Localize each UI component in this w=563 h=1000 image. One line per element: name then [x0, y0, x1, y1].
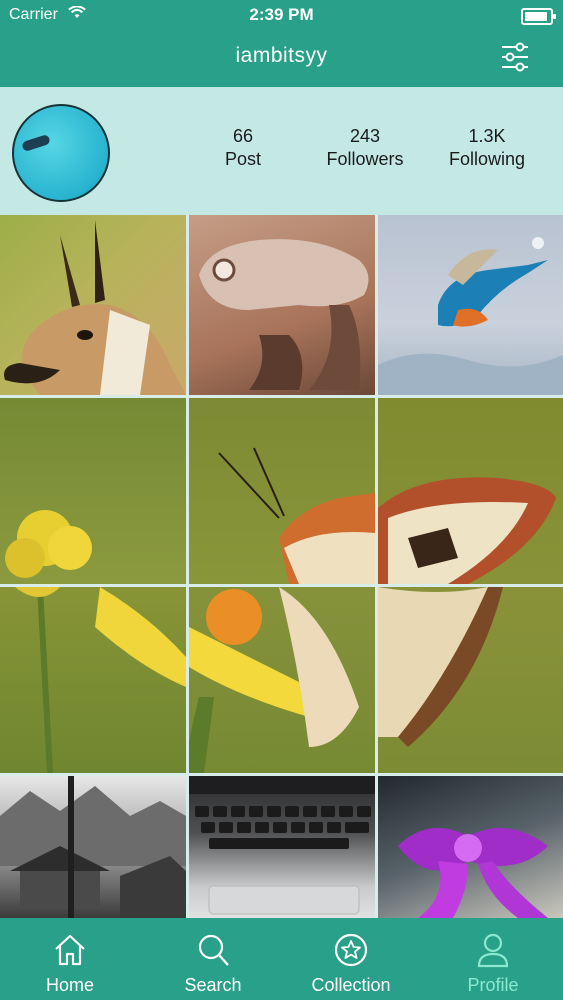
photo-butterfly-3[interactable]	[378, 398, 563, 584]
avatar[interactable]	[12, 104, 110, 202]
stat-following-value: 1.3K	[468, 126, 506, 146]
stat-posts-label: Post	[224, 149, 262, 169]
stat-posts[interactable]: 66 Post	[183, 125, 303, 171]
tab-collection[interactable]: Collection	[281, 918, 421, 1000]
sliders-icon[interactable]	[499, 41, 531, 73]
photo-butterfly-5[interactable]	[189, 587, 375, 773]
photo-butterfly-6[interactable]	[378, 587, 563, 773]
photo-laptop-keyboard[interactable]	[189, 776, 375, 918]
avatar-swimmer	[21, 133, 51, 153]
app-header: Carrier 2:39 PM iambitsyy	[0, 0, 563, 87]
star-icon	[334, 932, 368, 968]
tab-collection-label: Collection	[311, 975, 391, 995]
stat-followers[interactable]: 243 Followers	[305, 125, 425, 171]
stat-followers-label: Followers	[326, 149, 404, 169]
photo-mountain-village[interactable]	[0, 776, 186, 918]
tab-home[interactable]: Home	[0, 918, 140, 1000]
photo-butterfly-2[interactable]	[189, 398, 375, 584]
stat-following-label: Following	[448, 149, 526, 169]
stat-following[interactable]: 1.3K Following	[427, 125, 547, 171]
stat-followers-value: 243	[349, 126, 381, 146]
search-icon	[196, 932, 230, 968]
profile-summary: 66 Post 243 Followers 1.3K Following	[0, 87, 563, 215]
photo-butterfly-4[interactable]	[0, 587, 186, 773]
photo-kingfisher[interactable]	[378, 215, 563, 395]
tab-home-label: Home	[45, 975, 94, 995]
battery-icon	[521, 8, 556, 25]
photo-antelope[interactable]	[0, 215, 186, 395]
photo-chameleon[interactable]	[189, 215, 375, 395]
tab-profile[interactable]: Profile	[423, 918, 563, 1000]
photo-butterfly-1[interactable]	[0, 398, 186, 584]
tab-profile-label: Profile	[467, 975, 519, 995]
photo-grid	[0, 215, 563, 918]
home-icon	[53, 932, 87, 968]
tab-search-label: Search	[184, 975, 242, 995]
user-icon	[476, 932, 510, 968]
status-time: 2:39 PM	[249, 5, 314, 24]
photo-purple-bow[interactable]	[378, 776, 563, 918]
status-bar: Carrier 2:39 PM	[0, 0, 563, 30]
tab-bar: Home Search Collection Profile	[0, 918, 563, 1000]
page-title: iambitsyy	[235, 44, 328, 67]
stat-posts-value: 66	[232, 126, 254, 146]
tab-search[interactable]: Search	[143, 918, 283, 1000]
